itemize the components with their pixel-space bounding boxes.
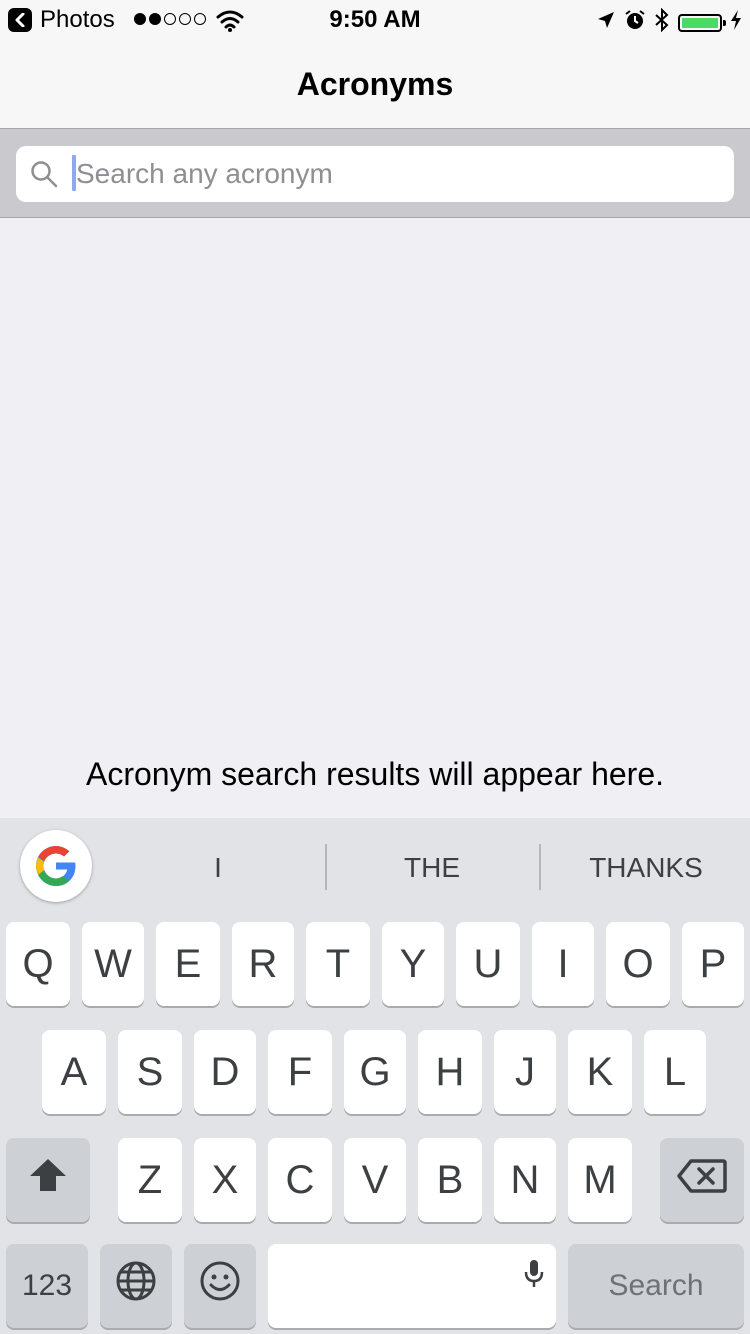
empty-results-message: Acronym search results will appear here. — [85, 756, 664, 792]
key-s[interactable]: S — [118, 1030, 182, 1114]
search-bar — [0, 129, 750, 218]
globe-key[interactable] — [100, 1244, 172, 1328]
suggestion-item[interactable]: THE — [342, 852, 522, 884]
search-field[interactable] — [16, 146, 734, 202]
alarm-icon — [624, 9, 646, 36]
navigation-bar: Acronyms — [0, 40, 750, 129]
numbers-key[interactable]: 123 — [6, 1244, 88, 1328]
suggestion-divider — [325, 844, 327, 890]
key-p[interactable]: P — [682, 922, 744, 1006]
location-icon — [596, 10, 616, 35]
key-j[interactable]: J — [494, 1030, 556, 1114]
backspace-key[interactable] — [660, 1138, 744, 1222]
key-z[interactable]: Z — [118, 1138, 182, 1222]
key-d[interactable]: D — [194, 1030, 256, 1114]
key-r[interactable]: R — [232, 922, 294, 1006]
key-o[interactable]: O — [606, 922, 670, 1006]
key-u[interactable]: U — [456, 922, 520, 1006]
key-e[interactable]: E — [156, 922, 220, 1006]
emoji-icon — [199, 1260, 241, 1312]
search-icon — [30, 160, 58, 193]
suggestion-item[interactable]: I — [168, 852, 268, 884]
bluetooth-icon — [654, 7, 670, 37]
key-g[interactable]: G — [344, 1030, 406, 1114]
backspace-icon — [677, 1158, 727, 1203]
key-l[interactable]: L — [644, 1030, 706, 1114]
charging-icon — [730, 10, 742, 35]
key-i[interactable]: I — [532, 922, 594, 1006]
key-w[interactable]: W — [82, 922, 144, 1006]
shift-icon — [28, 1157, 68, 1203]
globe-icon — [115, 1260, 157, 1312]
key-q[interactable]: Q — [6, 922, 70, 1006]
key-n[interactable]: N — [494, 1138, 556, 1222]
search-key[interactable]: Search — [568, 1244, 744, 1328]
key-v[interactable]: V — [344, 1138, 406, 1222]
search-input[interactable] — [76, 146, 716, 202]
status-bar: Photos 9:50 AM — [0, 0, 750, 40]
keyboard: I THE THANKS Q W E R T Y U I O P A S D F… — [0, 818, 750, 1334]
key-m[interactable]: M — [568, 1138, 632, 1222]
key-a[interactable]: A — [42, 1030, 106, 1114]
suggestion-item[interactable]: THANKS — [556, 852, 736, 884]
microphone-icon[interactable] — [524, 1254, 544, 1299]
key-y[interactable]: Y — [382, 922, 444, 1006]
suggestion-divider — [539, 844, 541, 890]
key-c[interactable]: C — [268, 1138, 332, 1222]
page-title: Acronyms — [296, 66, 454, 102]
battery-icon — [678, 13, 726, 32]
key-f[interactable]: F — [268, 1030, 332, 1114]
shift-key[interactable] — [6, 1138, 90, 1222]
google-icon[interactable] — [20, 830, 92, 902]
space-key[interactable] — [268, 1244, 556, 1328]
key-h[interactable]: H — [418, 1030, 482, 1114]
key-t[interactable]: T — [306, 922, 370, 1006]
key-x[interactable]: X — [194, 1138, 256, 1222]
emoji-key[interactable] — [184, 1244, 256, 1328]
key-k[interactable]: K — [568, 1030, 632, 1114]
key-b[interactable]: B — [418, 1138, 482, 1222]
